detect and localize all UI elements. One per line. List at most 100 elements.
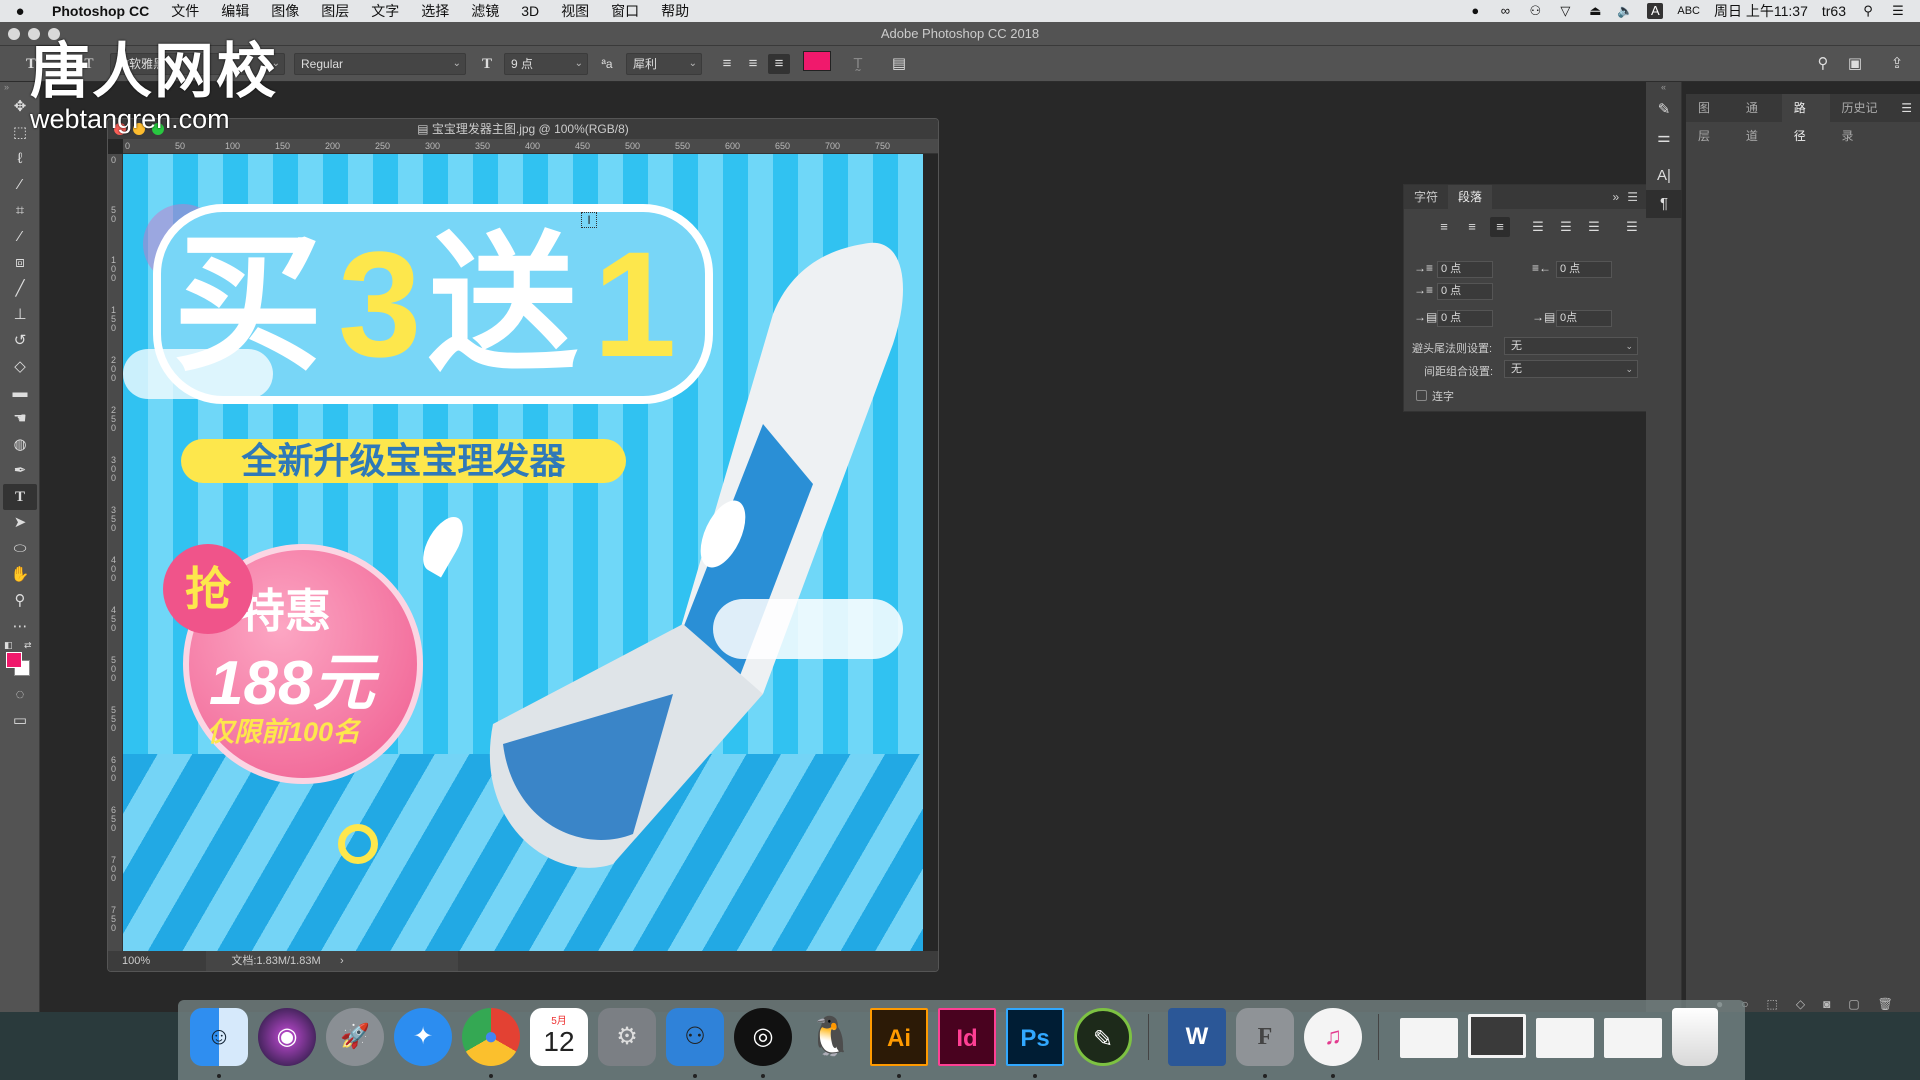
dock-calendar-icon[interactable]: 5月 12 xyxy=(530,1008,588,1066)
expand-toolbar-icon[interactable]: » xyxy=(0,82,39,94)
menu-window[interactable]: 窗口 xyxy=(611,1,639,21)
dock-trash-icon[interactable] xyxy=(1672,1008,1718,1066)
first-line-indent-field[interactable]: 0 点 xyxy=(1437,283,1493,300)
make-work-path-icon[interactable]: ◇ xyxy=(1796,997,1805,1012)
dock-indesign-icon[interactable]: Id xyxy=(938,1008,996,1066)
dock-siri-icon[interactable]: ◉ xyxy=(258,1008,316,1066)
share-icon[interactable]: ⇪ xyxy=(1886,54,1908,74)
antialias-select[interactable]: 犀利 ⌄ xyxy=(626,53,702,75)
obs-icon[interactable]: ● xyxy=(1467,3,1483,19)
wifi-icon[interactable]: ▽ xyxy=(1557,3,1573,19)
doc-close-button[interactable] xyxy=(114,123,126,135)
align-left-icon[interactable]: ≡ xyxy=(1434,217,1454,237)
type-tool-icon[interactable]: T xyxy=(3,484,37,510)
search-icon[interactable]: ⚲ xyxy=(1812,54,1834,74)
pen-tool-icon[interactable]: ✒ xyxy=(0,458,40,484)
justify-right-icon[interactable]: ☰ xyxy=(1584,217,1604,237)
justify-all-icon[interactable]: ☰ xyxy=(1622,217,1642,237)
vertical-ruler[interactable]: 0 50 100 150 200 250 300 350 400 450 500 550 600 650 7… xyxy=(108,154,123,951)
dock-minimized-window-2[interactable] xyxy=(1468,1014,1526,1058)
dock-finder-icon[interactable]: ☺ xyxy=(190,1008,248,1066)
zoom-window-button[interactable] xyxy=(48,28,60,40)
add-mask-icon[interactable]: ◙ xyxy=(1823,997,1830,1012)
dodge-tool-icon[interactable]: ◍ xyxy=(0,432,40,458)
document-tab[interactable]: ▤ 宝宝理发器主图.jpg @ 100%(RGB/8) xyxy=(108,119,938,139)
dock-word-icon[interactable]: W xyxy=(1168,1008,1226,1066)
menu-select[interactable]: 选择 xyxy=(421,1,449,21)
input-method-icon[interactable]: A xyxy=(1647,3,1664,19)
dock-minimized-window-3[interactable] xyxy=(1536,1018,1594,1058)
tab-paragraph[interactable]: 段落 xyxy=(1448,185,1493,209)
brush-settings-icon[interactable]: ✎ xyxy=(1646,96,1682,124)
default-colors-icon[interactable]: ◧ xyxy=(4,640,13,651)
hand-tool-icon[interactable]: ✋ xyxy=(0,562,40,588)
ellipse-tool-icon[interactable]: ⬭ xyxy=(0,536,40,562)
justify-left-icon[interactable]: ☰ xyxy=(1528,217,1548,237)
justify-center-icon[interactable]: ☰ xyxy=(1556,217,1576,237)
doc-minimize-button[interactable] xyxy=(133,123,145,135)
tab-history[interactable]: 历史记录 xyxy=(1830,94,1902,143)
marquee-tool-icon[interactable]: ⬚ xyxy=(0,120,40,146)
menu-file[interactable]: 文件 xyxy=(171,1,199,21)
horizontal-ruler[interactable]: 0 50 100 150 200 250 300 350 400 450 500 550 600 650 7… xyxy=(123,139,938,154)
mojikumi-select[interactable]: 无 ⌄ xyxy=(1504,360,1638,378)
font-family-select[interactable]: 微软雅黑 ⌄ xyxy=(110,53,285,75)
toggle-orientation-icon[interactable]: T xyxy=(78,54,100,74)
align-center-icon[interactable]: ≡ xyxy=(742,54,764,74)
collapse-left-icon[interactable]: « xyxy=(1646,82,1681,96)
warp-text-icon[interactable]: T̰ xyxy=(847,54,869,74)
tab-character[interactable]: 字符 xyxy=(1404,185,1448,209)
spotlight-search-icon[interactable]: ⚲ xyxy=(1860,3,1876,19)
kinsoku-select[interactable]: 无 ⌄ xyxy=(1504,337,1638,355)
menu-view[interactable]: 视图 xyxy=(561,1,589,21)
dock-minimized-window-1[interactable] xyxy=(1400,1018,1458,1058)
tab-layers[interactable]: 图层 xyxy=(1686,94,1734,143)
panel-menu-icon[interactable]: ☰ xyxy=(1901,94,1920,122)
dock-itunes-icon[interactable]: ♫ xyxy=(1304,1008,1362,1066)
user-name[interactable]: tr63 xyxy=(1822,3,1846,19)
brush-presets-icon[interactable]: ⚌ xyxy=(1646,124,1682,152)
screen-mode-icon[interactable]: ▭ xyxy=(0,708,40,734)
align-left-icon[interactable]: ≡ xyxy=(716,54,738,74)
binoculars-icon[interactable]: ⚇ xyxy=(1527,3,1543,19)
menu-layer[interactable]: 图层 xyxy=(321,1,349,21)
lasso-tool-icon[interactable]: ℓ xyxy=(0,146,40,172)
quick-mask-icon[interactable]: ◌ xyxy=(0,682,40,708)
notification-center-icon[interactable]: ☰ xyxy=(1890,3,1906,19)
tab-paths[interactable]: 路径 xyxy=(1781,94,1830,143)
dock-system-preferences-icon[interactable]: ⚙ xyxy=(598,1008,656,1066)
canvas[interactable]: 买 3 送 1 全新升级宝宝理发器 特惠 188元 仅限前100名 抢 I xyxy=(123,154,923,954)
path-selection-tool-icon[interactable]: ➤ xyxy=(0,510,40,536)
dock-safari-icon[interactable]: ✦ xyxy=(394,1008,452,1066)
dock-launchpad-icon[interactable]: 🚀 xyxy=(326,1008,384,1066)
status-menu-chevron-icon[interactable]: › xyxy=(340,951,344,971)
panel-menu-icon[interactable]: ☰ xyxy=(1627,185,1646,209)
align-right-icon[interactable]: ≡ xyxy=(768,54,790,74)
delete-path-icon[interactable]: 🗑 xyxy=(1878,997,1893,1012)
menu-edit[interactable]: 编辑 xyxy=(221,1,249,21)
eject-icon[interactable]: ⏏ xyxy=(1587,3,1603,19)
menu-type[interactable]: 文字 xyxy=(371,1,399,21)
zoom-level[interactable]: 100% xyxy=(122,951,150,971)
history-brush-tool-icon[interactable]: ↺ xyxy=(0,328,40,354)
eyedropper-tool-icon[interactable]: ⁄ xyxy=(0,224,40,250)
healing-tool-icon[interactable]: ⧈ xyxy=(0,250,40,276)
close-window-button[interactable] xyxy=(8,28,20,40)
eraser-tool-icon[interactable]: ◇ xyxy=(0,354,40,380)
hyphenate-checkbox[interactable] xyxy=(1416,390,1427,401)
character-panel-icon[interactable]: A| xyxy=(1646,162,1682,190)
doc-zoom-button[interactable] xyxy=(152,123,164,135)
clock[interactable]: 周日 上午11:37 xyxy=(1714,1,1808,21)
dock-qq-icon[interactable]: 🐧 xyxy=(802,1008,860,1066)
right-indent-field[interactable]: 0 点 xyxy=(1556,261,1612,278)
minimize-window-button[interactable] xyxy=(28,28,40,40)
input-method-label[interactable]: ABC xyxy=(1677,5,1700,17)
menu-help[interactable]: 帮助 xyxy=(661,1,689,21)
menu-3d[interactable]: 3D xyxy=(521,3,539,19)
dock-chrome-icon[interactable]: ● xyxy=(462,1008,520,1066)
text-color-swatch[interactable] xyxy=(803,51,831,71)
volume-icon[interactable]: 🔈 xyxy=(1617,3,1633,19)
type-tool-preset-icon[interactable]: T xyxy=(20,54,42,74)
collapse-panel-icon[interactable]: » xyxy=(1613,185,1628,209)
space-before-field[interactable]: 0 点 xyxy=(1437,310,1493,327)
